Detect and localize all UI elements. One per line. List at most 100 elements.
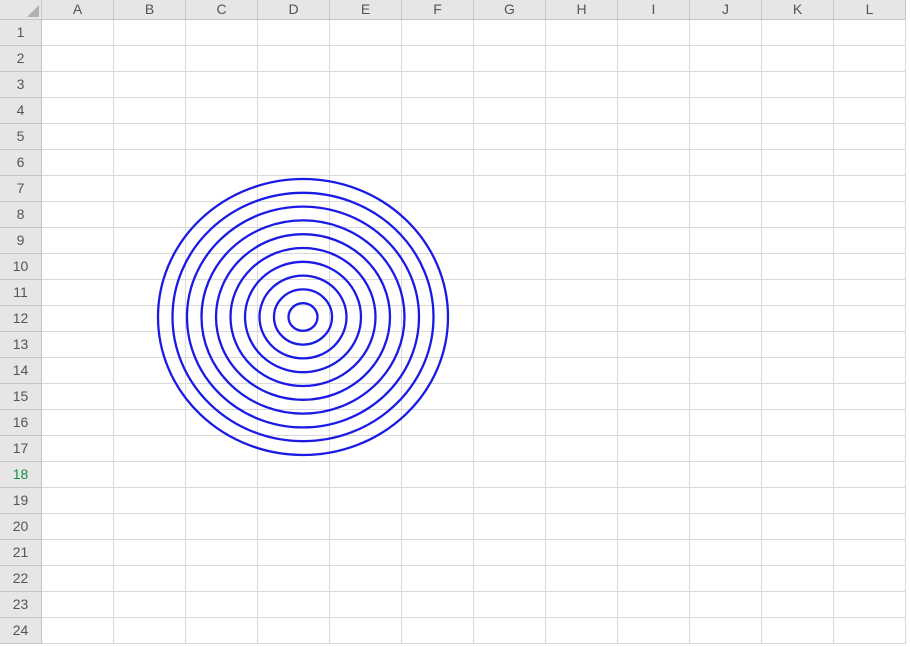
cell[interactable] (690, 436, 762, 462)
cell[interactable] (42, 228, 114, 254)
cell[interactable] (762, 176, 834, 202)
row-header[interactable]: 17 (0, 436, 42, 462)
cell[interactable] (546, 46, 618, 72)
cell[interactable] (546, 566, 618, 592)
cell[interactable] (42, 150, 114, 176)
cell[interactable] (330, 124, 402, 150)
cell[interactable] (42, 488, 114, 514)
cell[interactable] (402, 124, 474, 150)
cell[interactable] (546, 254, 618, 280)
cell[interactable] (546, 358, 618, 384)
cell[interactable] (42, 280, 114, 306)
cell[interactable] (546, 332, 618, 358)
cell[interactable] (474, 46, 546, 72)
cell[interactable] (186, 72, 258, 98)
cell[interactable] (474, 202, 546, 228)
cell[interactable] (690, 358, 762, 384)
cell[interactable] (546, 176, 618, 202)
cell[interactable] (114, 488, 186, 514)
cell[interactable] (330, 618, 402, 644)
cell[interactable] (474, 176, 546, 202)
cell[interactable] (690, 410, 762, 436)
cell[interactable] (330, 20, 402, 46)
cell[interactable] (618, 72, 690, 98)
cell[interactable] (618, 384, 690, 410)
row-header[interactable]: 7 (0, 176, 42, 202)
row-header[interactable]: 14 (0, 358, 42, 384)
cell[interactable] (330, 150, 402, 176)
row-header[interactable]: 2 (0, 46, 42, 72)
cell[interactable] (42, 176, 114, 202)
cell[interactable] (762, 124, 834, 150)
cell[interactable] (618, 540, 690, 566)
cell[interactable] (618, 332, 690, 358)
cell[interactable] (618, 176, 690, 202)
column-header[interactable]: H (546, 0, 618, 20)
cell[interactable] (690, 488, 762, 514)
cell[interactable] (546, 72, 618, 98)
cell[interactable] (546, 488, 618, 514)
cell[interactable] (42, 202, 114, 228)
cell[interactable] (330, 46, 402, 72)
column-header[interactable]: C (186, 0, 258, 20)
cell[interactable] (618, 488, 690, 514)
cell[interactable] (42, 20, 114, 46)
cell[interactable] (474, 280, 546, 306)
cell[interactable] (402, 462, 474, 488)
cell[interactable] (114, 618, 186, 644)
cell[interactable] (690, 306, 762, 332)
cell[interactable] (762, 46, 834, 72)
cell[interactable] (690, 592, 762, 618)
cell[interactable] (42, 72, 114, 98)
row-header[interactable]: 20 (0, 514, 42, 540)
cell[interactable] (186, 98, 258, 124)
cell[interactable] (186, 46, 258, 72)
cell[interactable] (546, 514, 618, 540)
cell[interactable] (762, 202, 834, 228)
cell[interactable] (474, 20, 546, 46)
column-header[interactable]: A (42, 0, 114, 20)
cell[interactable] (258, 566, 330, 592)
cell[interactable] (258, 124, 330, 150)
cell[interactable] (402, 514, 474, 540)
cell[interactable] (618, 410, 690, 436)
cell[interactable] (402, 488, 474, 514)
column-header[interactable]: J (690, 0, 762, 20)
cell[interactable] (762, 72, 834, 98)
cell[interactable] (42, 306, 114, 332)
cell[interactable] (474, 436, 546, 462)
cell[interactable] (186, 488, 258, 514)
cell[interactable] (186, 566, 258, 592)
cell[interactable] (114, 540, 186, 566)
cell[interactable] (834, 306, 906, 332)
cell[interactable] (690, 462, 762, 488)
cell[interactable] (834, 280, 906, 306)
cell[interactable] (762, 566, 834, 592)
cell[interactable] (42, 462, 114, 488)
cell[interactable] (690, 618, 762, 644)
cell[interactable] (762, 98, 834, 124)
cell[interactable] (186, 514, 258, 540)
cell[interactable] (690, 46, 762, 72)
cell[interactable] (834, 20, 906, 46)
cell[interactable] (762, 150, 834, 176)
cell[interactable] (42, 410, 114, 436)
cell[interactable] (114, 124, 186, 150)
cell[interactable] (114, 462, 186, 488)
cell[interactable] (402, 540, 474, 566)
cell[interactable] (330, 488, 402, 514)
cell[interactable] (474, 124, 546, 150)
row-header[interactable]: 5 (0, 124, 42, 150)
cell[interactable] (114, 514, 186, 540)
cell[interactable] (186, 150, 258, 176)
cell[interactable] (42, 540, 114, 566)
cell[interactable] (474, 254, 546, 280)
cell[interactable] (258, 72, 330, 98)
cell[interactable] (834, 540, 906, 566)
cell[interactable] (762, 540, 834, 566)
cell[interactable] (114, 566, 186, 592)
cell[interactable] (690, 150, 762, 176)
column-header[interactable]: G (474, 0, 546, 20)
cell[interactable] (834, 150, 906, 176)
cell[interactable] (402, 618, 474, 644)
